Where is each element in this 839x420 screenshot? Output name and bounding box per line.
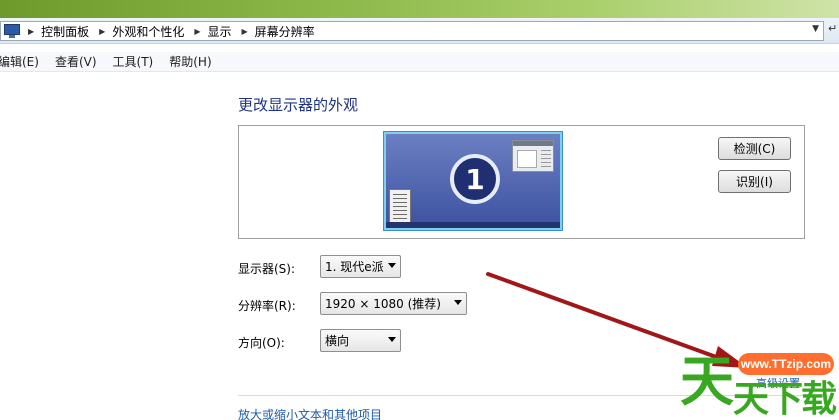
detect-button[interactable]: 检测(C) <box>718 137 791 160</box>
text-size-link[interactable]: 放大或缩小文本和其他项目 <box>238 406 382 420</box>
display-select[interactable]: 1. 现代e派 <box>320 255 401 278</box>
display-label: 显示器(S): <box>238 262 296 276</box>
orientation-select[interactable]: 横向 <box>320 329 401 352</box>
resolution-label: 分辨率(R): <box>238 299 296 313</box>
chevron-down-icon <box>454 300 462 305</box>
orientation-select-value: 横向 <box>325 334 350 348</box>
chevron-right-icon: ▶ <box>241 26 248 36</box>
menu-bar: 编辑(E) 查看(V) 工具(T) 帮助(H) <box>0 52 839 72</box>
watermark-url: www.TTzip.com <box>738 353 834 375</box>
address-bar: ▶ 控制面板 ▶ 外观和个性化 ▶ 显示 ▶ 屏幕分辨率 ▼ ↵ <box>0 18 839 44</box>
orientation-label: 方向(O): <box>238 336 285 350</box>
chevron-down-icon[interactable]: ▼ <box>812 24 819 34</box>
page-title: 更改显示器的外观 <box>238 96 359 114</box>
chevron-right-icon: ▶ <box>28 26 35 36</box>
mini-window-icon <box>512 140 554 172</box>
menu-view[interactable]: 查看(V) <box>55 53 97 70</box>
chevron-right-icon: ▶ <box>194 26 201 36</box>
breadcrumb-item-display[interactable]: ▶ 显示 <box>194 23 241 40</box>
menu-tools[interactable]: 工具(T) <box>113 53 154 70</box>
control-panel-icon <box>4 24 20 38</box>
back-arrow-icon[interactable]: ↵ <box>828 22 837 35</box>
monitor-1-thumbnail[interactable]: 1 <box>384 132 562 230</box>
watermark-logo-big: 天 <box>680 350 734 413</box>
resolution-select-value: 1920 × 1080 (推荐) <box>325 297 441 311</box>
mini-document-icon <box>389 189 411 223</box>
chevron-right-icon: ▶ <box>99 26 106 36</box>
monitor-preview-panel: 1 检测(C) 识别(I) <box>238 125 805 239</box>
chevron-down-icon <box>388 337 396 342</box>
watermark-logo-text: 天下载 <box>733 379 837 420</box>
resolution-select[interactable]: 1920 × 1080 (推荐) <box>320 292 467 315</box>
identify-button[interactable]: 识别(I) <box>718 170 791 193</box>
breadcrumb[interactable]: ▶ 控制面板 ▶ 外观和个性化 ▶ 显示 ▶ 屏幕分辨率 ▼ <box>0 21 824 41</box>
breadcrumb-item-resolution[interactable]: ▶ 屏幕分辨率 <box>242 23 325 40</box>
breadcrumb-item-appearance[interactable]: ▶ 外观和个性化 <box>99 23 194 40</box>
desktop-background-strip <box>0 0 839 18</box>
menu-edit[interactable]: 编辑(E) <box>0 53 39 70</box>
mini-taskbar <box>386 222 560 228</box>
chevron-down-icon <box>388 263 396 268</box>
display-select-value: 1. 现代e派 <box>325 260 384 274</box>
monitor-number: 1 <box>450 154 500 204</box>
breadcrumb-item-control-panel[interactable]: ▶ 控制面板 <box>28 23 99 40</box>
menu-help[interactable]: 帮助(H) <box>169 53 211 70</box>
